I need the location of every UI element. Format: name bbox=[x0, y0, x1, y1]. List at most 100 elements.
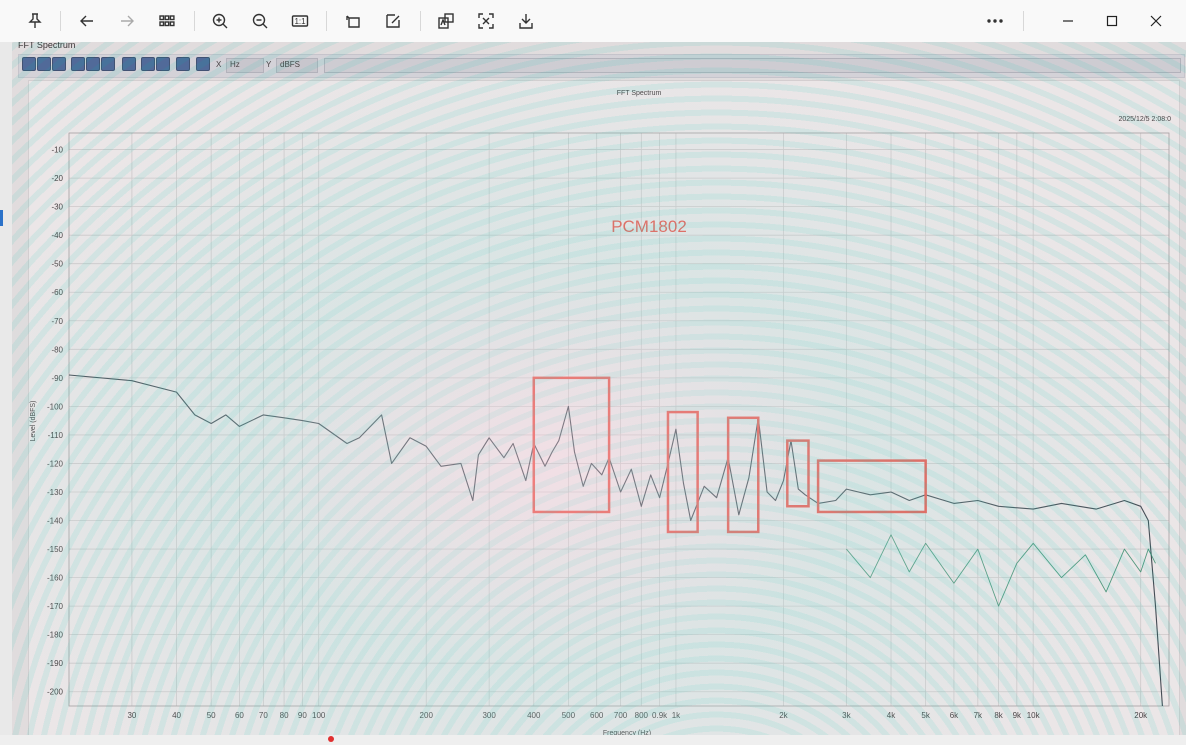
y-tick-label: -10 bbox=[51, 146, 63, 155]
y-axis-label: Y bbox=[266, 60, 272, 69]
annotation-label: PCM1802 bbox=[611, 217, 687, 236]
x-tick-label: 600 bbox=[590, 711, 604, 720]
indicator-dot bbox=[328, 736, 334, 742]
x-tick-label: 20k bbox=[1134, 711, 1148, 720]
x-tick-label: 2k bbox=[779, 711, 788, 720]
x-tick-label: 90 bbox=[298, 711, 307, 720]
layout-icon[interactable] bbox=[156, 57, 170, 71]
save-icon[interactable] bbox=[511, 6, 541, 36]
translate-icon[interactable] bbox=[431, 6, 461, 36]
save-as-icon[interactable] bbox=[37, 57, 51, 71]
x-tick-label: 8k bbox=[994, 711, 1003, 720]
x-tick-label: 70 bbox=[259, 711, 268, 720]
y-tick-label: -160 bbox=[47, 574, 64, 583]
y-tick-label: -180 bbox=[47, 631, 64, 640]
toolbar-divider bbox=[326, 11, 327, 31]
y-axis-title: Level (dBFS) bbox=[30, 401, 37, 442]
edit-icon[interactable] bbox=[378, 6, 408, 36]
forward-arrow-icon[interactable] bbox=[112, 6, 142, 36]
close-icon[interactable] bbox=[1136, 6, 1176, 36]
actual-size-icon[interactable]: 1:1 bbox=[285, 6, 315, 36]
toolbar-divider bbox=[60, 11, 61, 31]
zoom-in-icon[interactable] bbox=[205, 6, 235, 36]
more-icon[interactable] bbox=[980, 6, 1010, 36]
x-tick-label: 0.9k bbox=[652, 711, 668, 720]
back-arrow-icon[interactable] bbox=[72, 6, 102, 36]
maximize-icon[interactable] bbox=[1092, 6, 1132, 36]
y-tick-label: -140 bbox=[47, 517, 64, 526]
table-icon[interactable] bbox=[141, 57, 155, 71]
x-tick-label: 50 bbox=[207, 711, 216, 720]
x-tick-label: 500 bbox=[562, 711, 576, 720]
selection-marker bbox=[0, 210, 3, 226]
actual-size-label: 1:1 bbox=[294, 16, 306, 26]
x-unit-select[interactable]: Hz bbox=[226, 58, 264, 73]
app-window-title: FFT Spectrum bbox=[18, 42, 76, 50]
y-tick-label: -200 bbox=[47, 688, 64, 697]
chart-title: FFT Spectrum bbox=[617, 90, 662, 97]
x-tick-label: 400 bbox=[527, 711, 541, 720]
x-tick-label: 800 bbox=[635, 711, 649, 720]
app-toolbar: X Hz Y dBFS bbox=[18, 54, 1185, 78]
y-tick-label: -80 bbox=[51, 345, 63, 354]
y-tick-label: -130 bbox=[47, 488, 64, 497]
y-tick-label: -100 bbox=[47, 402, 64, 411]
settings-icon[interactable] bbox=[196, 57, 210, 71]
cursor-icon[interactable] bbox=[122, 57, 136, 71]
y-tick-label: -170 bbox=[47, 602, 64, 611]
zoom-icon[interactable] bbox=[71, 57, 85, 71]
y-tick-label: -90 bbox=[51, 374, 63, 383]
x-unit-value: Hz bbox=[230, 60, 240, 69]
x-tick-label: 1k bbox=[672, 711, 681, 720]
grid-view-icon[interactable] bbox=[152, 6, 182, 36]
fft-chart: -10 -20 -30 -40 -50 -60 -70 -80 -90 -100 -110 -120 -… bbox=[29, 81, 1179, 741]
y-tick-label: -110 bbox=[48, 431, 64, 440]
left-sidebar-edge bbox=[0, 42, 12, 745]
x-tick-label: 6k bbox=[950, 711, 959, 720]
x-tick-labels: 30 40 50 60 70 80 90 100 200 300 400 500 600 700 800 0.… bbox=[127, 711, 1148, 720]
move-icon[interactable] bbox=[86, 57, 100, 71]
toolbar-divider bbox=[1023, 11, 1024, 31]
y-tick-label: -60 bbox=[51, 288, 63, 297]
x-tick-label: 10k bbox=[1027, 711, 1041, 720]
chart-background bbox=[29, 81, 1179, 741]
x-tick-label: 100 bbox=[312, 711, 326, 720]
fit-icon[interactable] bbox=[101, 57, 115, 71]
x-tick-label: 40 bbox=[172, 711, 181, 720]
viewer-toolbar: 1:1 bbox=[0, 0, 1186, 43]
photo: FFT Spectrum X Hz Y dBFS -10 -20 -30 -40… bbox=[12, 42, 1186, 745]
y-tick-label: -120 bbox=[47, 459, 64, 468]
x-tick-label: 7k bbox=[974, 711, 983, 720]
x-tick-label: 80 bbox=[280, 711, 289, 720]
x-tick-label: 700 bbox=[614, 711, 628, 720]
x-tick-label: 9k bbox=[1013, 711, 1022, 720]
y-tick-label: -190 bbox=[47, 659, 64, 668]
save-icon[interactable] bbox=[22, 57, 36, 71]
y-unit-select[interactable]: dBFS bbox=[276, 58, 318, 73]
zoom-out-icon[interactable] bbox=[245, 6, 275, 36]
axis-icon[interactable] bbox=[176, 57, 190, 71]
extract-text-icon[interactable] bbox=[471, 6, 501, 36]
y-tick-label: -20 bbox=[51, 174, 63, 183]
x-tick-label: 5k bbox=[921, 711, 930, 720]
y-tick-label: -150 bbox=[47, 545, 64, 554]
x-tick-label: 60 bbox=[235, 711, 244, 720]
plot-frame: -10 -20 -30 -40 -50 -60 -70 -80 -90 -100 -110 -120 -… bbox=[28, 80, 1180, 742]
x-tick-label: 300 bbox=[482, 711, 496, 720]
toolbar-empty-area bbox=[324, 58, 1181, 73]
toolbar-divider bbox=[194, 11, 195, 31]
x-tick-label: 4k bbox=[887, 711, 896, 720]
x-tick-label: 200 bbox=[420, 711, 434, 720]
x-tick-label: 3k bbox=[842, 711, 851, 720]
y-tick-label: -70 bbox=[51, 317, 63, 326]
photographed-screen: FFT Spectrum X Hz Y dBFS -10 -20 -30 -40… bbox=[12, 42, 1186, 745]
rotate-icon[interactable] bbox=[338, 6, 368, 36]
print-icon[interactable] bbox=[52, 57, 66, 71]
y-tick-label: -30 bbox=[51, 203, 63, 212]
y-unit-value: dBFS bbox=[280, 60, 301, 69]
x-tick-label: 30 bbox=[127, 711, 136, 720]
pin-icon[interactable] bbox=[20, 6, 50, 36]
minimize-icon[interactable] bbox=[1048, 6, 1088, 36]
bottom-strip bbox=[0, 735, 1186, 745]
toolbar-divider bbox=[420, 11, 421, 31]
